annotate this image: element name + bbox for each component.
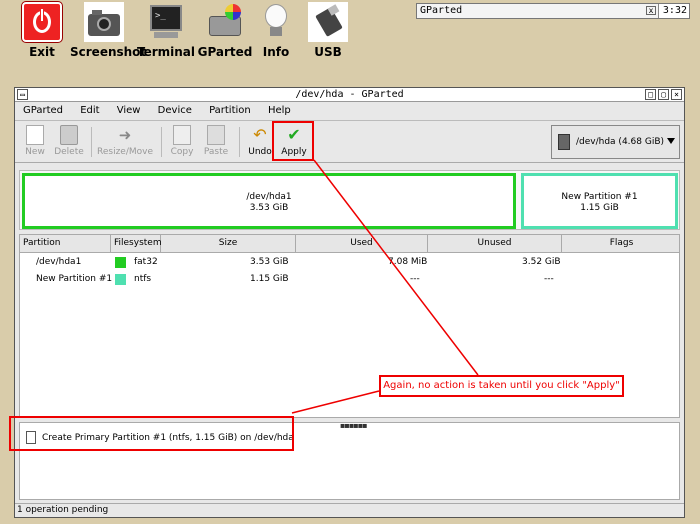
window-titlebar[interactable]: ▭ /dev/hda - GParted □ ▢ × (15, 88, 684, 102)
cell-size: 3.53 GiB (250, 257, 289, 267)
partition-block-name: New Partition #1 (561, 192, 638, 202)
delete-button[interactable]: Delete (53, 125, 85, 157)
close-icon[interactable]: × (671, 89, 682, 100)
new-label: New (25, 147, 45, 157)
partition-visual-map: /dev/hda1 3.53 GiB New Partition #1 1.15… (19, 170, 680, 230)
exit-label: Exit (29, 45, 55, 59)
maximize-icon[interactable]: ▢ (658, 89, 669, 100)
col-unused[interactable]: Unused (428, 235, 562, 253)
copy-icon (173, 125, 191, 145)
device-label: /dev/hda (4.68 GiB) (576, 137, 665, 147)
power-icon (22, 2, 62, 42)
camera-icon (84, 2, 124, 42)
menu-help[interactable]: Help (268, 105, 291, 116)
menu-device[interactable]: Device (158, 105, 192, 116)
new-button[interactable]: New (21, 125, 49, 157)
task-close-icon[interactable]: x (646, 6, 656, 15)
menu-view[interactable]: View (117, 105, 141, 116)
clock: 3:32 (662, 5, 687, 16)
partition-block-size: 1.15 GiB (580, 203, 619, 213)
terminal-launcher[interactable]: >_ Terminal (132, 2, 200, 64)
disk-icon (558, 134, 570, 150)
paste-label: Paste (203, 147, 229, 157)
new-icon (26, 125, 44, 145)
cell-filesystem: ntfs (134, 274, 152, 284)
delete-label: Delete (54, 147, 84, 157)
partition-block-hda1[interactable]: /dev/hda1 3.53 GiB (22, 173, 516, 229)
cell-unused: --- (544, 274, 554, 284)
col-used[interactable]: Used (296, 235, 428, 253)
usb-label: USB (314, 45, 342, 59)
device-select[interactable]: /dev/hda (4.68 GiB) (551, 125, 680, 159)
fs-color-swatch (115, 274, 126, 285)
col-flags[interactable]: Flags (562, 235, 681, 253)
paste-icon (207, 125, 225, 145)
lightbulb-icon (256, 2, 296, 42)
task-gparted[interactable]: GParted x (417, 4, 659, 18)
copy-label: Copy (170, 147, 194, 157)
partition-block-new[interactable]: New Partition #1 1.15 GiB (521, 173, 678, 229)
pane-resize-handle[interactable]: ▪▪▪▪▪▪ (340, 421, 368, 430)
minimize-icon[interactable]: □ (645, 89, 656, 100)
col-size[interactable]: Size (161, 235, 296, 253)
screenshot-label: Screenshot (70, 45, 147, 59)
undo-label: Undo (248, 147, 272, 157)
gparted-window: ▭ /dev/hda - GParted □ ▢ × GParted Edit … (14, 87, 685, 518)
task-label: GParted (420, 5, 463, 16)
trash-icon (60, 125, 78, 145)
window-title: /dev/hda - GParted (295, 89, 404, 100)
table-row[interactable]: New Partition #1 ntfs 1.15 GiB --- --- (20, 271, 679, 288)
menu-partition[interactable]: Partition (209, 105, 251, 116)
terminal-icon: >_ (146, 2, 186, 42)
paste-button[interactable]: Paste (201, 125, 231, 157)
col-filesystem[interactable]: Filesystem (111, 235, 162, 253)
copy-button[interactable]: Copy (167, 125, 197, 157)
cell-used: --- (410, 274, 420, 284)
undo-icon: ↶ (253, 125, 267, 144)
operation-highlight (9, 416, 294, 451)
resize-label: Resize/Move (97, 147, 154, 157)
cell-unused: 3.52 GiB (522, 257, 561, 267)
terminal-label: Terminal (136, 45, 196, 59)
partition-block-name: /dev/hda1 (246, 192, 292, 202)
undo-button[interactable]: ↶ Undo (245, 125, 275, 157)
cell-partition: New Partition #1 (36, 274, 113, 284)
cell-size: 1.15 GiB (250, 274, 289, 284)
screenshot-launcher[interactable]: Screenshot (70, 2, 147, 64)
menu-edit[interactable]: Edit (80, 105, 99, 116)
resize-move-button[interactable]: ➜ Resize/Move (97, 125, 153, 157)
annotation-callout: Again, no action is taken until you clic… (379, 375, 624, 397)
gparted-icon (205, 2, 245, 42)
exit-launcher[interactable]: Exit (8, 2, 76, 64)
window-menu-icon[interactable]: ▭ (17, 89, 28, 100)
cell-used: 7.08 MiB (388, 257, 428, 267)
cell-filesystem: fat32 (134, 257, 158, 267)
taskbar: GParted x 3:32 (416, 3, 690, 19)
col-partition[interactable]: Partition (20, 235, 111, 253)
menu-gparted[interactable]: GParted (23, 105, 63, 116)
usb-launcher[interactable]: USB (294, 2, 362, 64)
cell-partition: /dev/hda1 (36, 257, 82, 267)
menubar: GParted Edit View Device Partition Help (15, 102, 684, 121)
apply-highlight (272, 121, 314, 161)
table-row[interactable]: /dev/hda1 fat32 3.53 GiB 7.08 MiB 3.52 G… (20, 254, 679, 271)
usb-icon (308, 2, 348, 42)
table-header: Partition Filesystem Size Used Unused Fl… (20, 235, 679, 253)
chevron-down-icon (667, 138, 675, 144)
toolbar: New Delete ➜ Resize/Move Copy Paste ↶ Un… (15, 121, 684, 163)
partition-block-size: 3.53 GiB (249, 203, 289, 213)
fs-color-swatch (115, 257, 126, 268)
status-bar: 1 operation pending (15, 503, 684, 517)
resize-icon: ➜ (118, 126, 132, 144)
